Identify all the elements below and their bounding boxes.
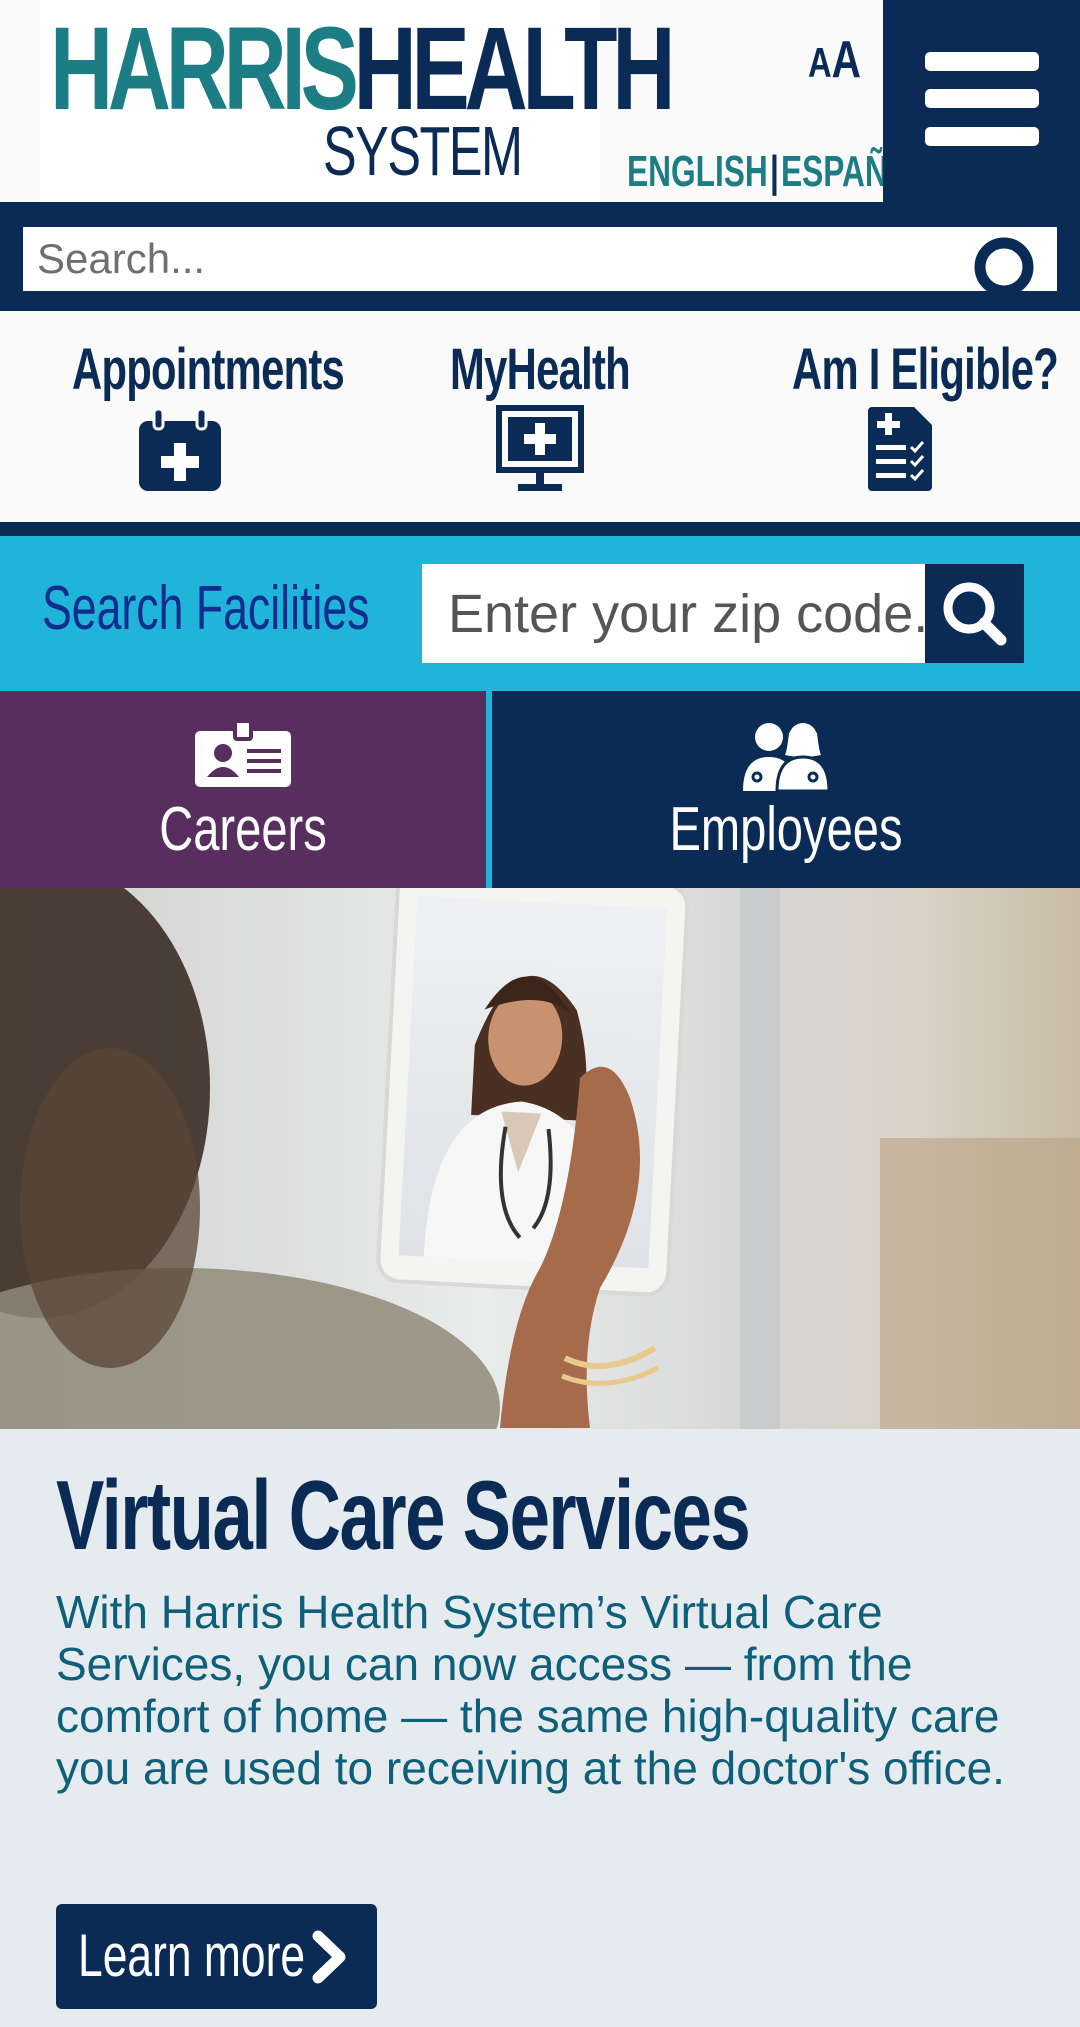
zip-code-input[interactable] (422, 564, 925, 663)
hero-image-doctor-on-tablet (0, 888, 1080, 1429)
logo-system-text: SYSTEM (323, 112, 523, 190)
id-badge-icon (195, 721, 291, 787)
harris-health-logo[interactable]: HARRISHEALTH SYSTEM ENGLISH|ESPAÑOL (40, 0, 932, 202)
virtual-care-promo: Virtual Care Services With Harris Health… (0, 1429, 1080, 2027)
doctors-icon (743, 723, 831, 791)
site-search-bar (0, 202, 1080, 311)
employees-tile[interactable]: Employees (492, 691, 1080, 888)
english-link[interactable]: ENGLISH (627, 147, 768, 196)
search-icon[interactable] (970, 233, 1036, 291)
hamburger-bar (925, 127, 1039, 146)
font-size-large-glyph: A (831, 31, 861, 89)
quick-links: Appointments MyHealth Am I Eligible? (0, 311, 1080, 522)
site-header: HARRISHEALTH SYSTEM ENGLISH|ESPAÑOL AA (0, 0, 1080, 202)
font-size-toggle[interactable]: AA (808, 34, 861, 86)
search-icon (943, 582, 1007, 646)
quick-link-label: Am I Eligible? (792, 337, 1059, 402)
quick-link-label: MyHealth (450, 337, 631, 402)
promo-title: Virtual Care Services (56, 1460, 751, 1570)
logo-harris-text: HARRIS (50, 3, 359, 135)
learn-more-label: Learn more (78, 1922, 306, 1989)
search-facilities-label: Search Facilities (42, 574, 370, 643)
language-separator: | (769, 147, 779, 196)
quick-link-label: Appointments (71, 337, 345, 402)
search-facilities: Search Facilities (0, 536, 1080, 691)
monitor-medical-icon (496, 405, 584, 491)
logo-wordmark: HARRISHEALTH (50, 10, 675, 128)
quick-link-eligibility[interactable]: Am I Eligible? (750, 337, 1059, 402)
font-size-small-glyph: A (808, 39, 832, 86)
facility-search-button[interactable] (925, 564, 1024, 663)
quick-link-myhealth[interactable]: MyHealth (390, 341, 690, 399)
clipboard-checklist-icon (868, 407, 932, 491)
hamburger-bar (925, 89, 1039, 108)
careers-label: Careers (159, 795, 327, 864)
careers-tile[interactable]: Careers (0, 691, 486, 888)
site-search-input[interactable] (23, 227, 1057, 291)
chevron-right-icon (312, 1930, 346, 1984)
hamburger-menu-icon (925, 52, 1039, 71)
section-divider (0, 522, 1080, 536)
quick-link-appointments[interactable]: Appointments (30, 337, 345, 402)
calendar-plus-icon (139, 407, 221, 491)
learn-more-button[interactable]: Learn more (56, 1904, 377, 2009)
employees-label: Employees (669, 795, 903, 864)
promo-description: With Harris Health System’s Virtual Care… (56, 1586, 1005, 1794)
hamburger-menu-button[interactable] (883, 0, 1080, 202)
career-employee-tiles: Careers Employees (0, 691, 1080, 888)
